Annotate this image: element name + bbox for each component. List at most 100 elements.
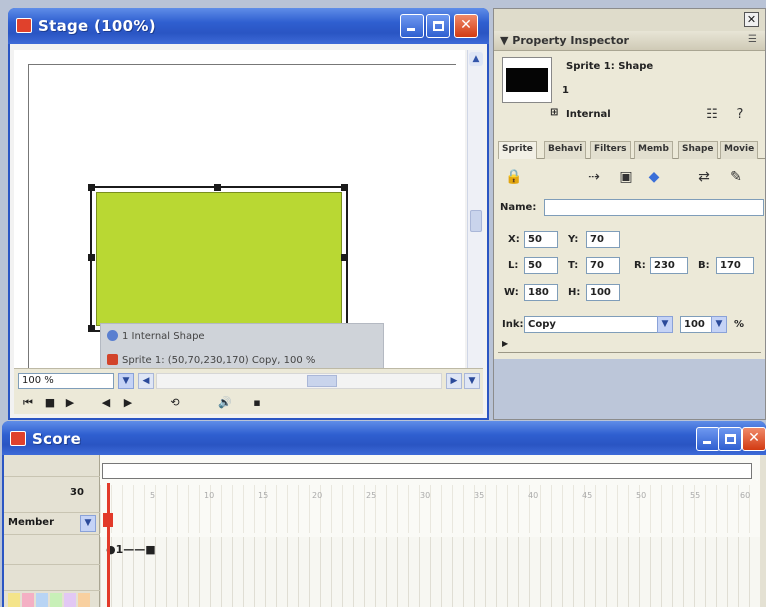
stage-canvas[interactable]: 1 Internal Shape Sprite 1: (50,70,230,17… xyxy=(14,50,465,401)
pi-close-bar: ✕ xyxy=(494,9,765,31)
flip-icon[interactable]: ⇄ xyxy=(694,169,714,187)
score-maximize-button[interactable] xyxy=(718,427,742,451)
close-icon: ✕ xyxy=(748,430,760,446)
l-field[interactable]: 50 xyxy=(524,257,558,274)
percent-label: % xyxy=(734,319,745,330)
tab-behavior[interactable]: Behavi xyxy=(544,141,587,159)
b-label: B: xyxy=(698,260,710,271)
help-icon[interactable]: ? xyxy=(732,107,748,123)
expand-arrow-icon[interactable]: ▶ xyxy=(502,339,508,348)
sprite-bounding-box[interactable] xyxy=(88,184,348,332)
member-icon xyxy=(107,330,118,341)
step-back-button[interactable]: ◀ xyxy=(98,394,114,412)
resize-handle-top-left[interactable] xyxy=(88,184,95,191)
close-icon[interactable]: ✕ xyxy=(744,12,759,27)
score-vertical-scrollbar[interactable] xyxy=(760,455,766,607)
channel-2-header[interactable] xyxy=(4,565,100,591)
sprite-channels[interactable]: ●1——■ xyxy=(100,537,760,607)
panel-menu-icon[interactable]: ☰ xyxy=(748,34,757,45)
color-swatch xyxy=(64,593,76,607)
rewind-button[interactable]: ⏮ xyxy=(20,394,36,412)
score-title-bar[interactable]: Score ✕ xyxy=(2,421,766,455)
tab-shape[interactable]: Shape xyxy=(678,141,718,159)
tempo-channel-header xyxy=(4,455,100,477)
tab-filters[interactable]: Filters xyxy=(590,141,631,159)
ink-dropdown-icon[interactable]: ▼ xyxy=(657,316,673,333)
step-forward-button[interactable]: ▶ xyxy=(120,394,136,412)
scroll-down-icon[interactable]: ▼ xyxy=(464,373,480,389)
frame-header: 30 xyxy=(4,477,100,513)
lock-icon[interactable]: 🔒 xyxy=(504,169,524,187)
h-field[interactable]: 100 xyxy=(586,284,620,301)
score-close-button[interactable]: ✕ xyxy=(742,427,766,451)
trails-icon[interactable]: ◆ xyxy=(644,169,664,187)
member-dropdown-icon[interactable]: ▼ xyxy=(80,515,96,532)
maximize-icon xyxy=(433,21,444,31)
t-label: T: xyxy=(568,260,579,271)
resize-handle-right[interactable] xyxy=(341,254,348,261)
camera-button[interactable]: ▪ xyxy=(246,394,268,412)
zoom-level-field[interactable]: 100 % xyxy=(18,373,114,389)
tempo-channel[interactable] xyxy=(102,463,752,479)
list-view-icon[interactable]: ☷ xyxy=(704,107,720,123)
tab-sprite[interactable]: Sprite xyxy=(498,141,537,159)
playhead[interactable] xyxy=(107,483,110,607)
stage-horizontal-scrollbar[interactable] xyxy=(156,373,442,389)
pi-toolbar: 🔒 ⇢ ▣ ◆ ⇄ ✎ xyxy=(498,165,765,191)
minimize-button[interactable] xyxy=(400,14,424,38)
w-label: W: xyxy=(504,287,519,298)
pi-divider xyxy=(498,352,761,353)
r-field[interactable]: 230 xyxy=(650,257,688,274)
close-button[interactable]: ✕ xyxy=(454,14,478,38)
stage-control-bar: 100 % ▼ ◀ ▶ ▼ ⏮ ■ ▶ ◀ ▶ ⟲ 🔊 ▪ xyxy=(14,368,483,414)
b-field[interactable]: 170 xyxy=(716,257,754,274)
play-button[interactable]: ▶ xyxy=(62,394,78,412)
scroll-thumb[interactable] xyxy=(470,210,482,232)
stage-title-bar[interactable]: Stage (100%) ✕ xyxy=(8,8,489,44)
blend-dropdown-icon[interactable]: ▼ xyxy=(711,316,727,333)
score-minimize-button[interactable] xyxy=(696,427,720,451)
tab-member[interactable]: Memb xyxy=(634,141,673,159)
hscroll-thumb[interactable] xyxy=(307,375,337,387)
volume-button[interactable]: 🔊 xyxy=(214,394,236,412)
channel-1-header[interactable] xyxy=(4,535,100,565)
overlay-member-text: 1 Internal Shape xyxy=(122,331,205,342)
pi-header[interactable]: ▼ Property Inspector ☰ xyxy=(494,31,765,51)
cast-lib-label: Internal xyxy=(566,109,611,120)
h-label: H: xyxy=(568,287,581,298)
director-app-icon xyxy=(16,18,32,33)
x-field[interactable]: 50 xyxy=(524,231,558,248)
resize-handle-top[interactable] xyxy=(214,184,221,191)
minimize-icon xyxy=(407,28,415,31)
stop-button[interactable]: ■ xyxy=(42,394,58,412)
editable-icon[interactable]: ▣ xyxy=(616,169,636,187)
resize-handle-left[interactable] xyxy=(88,254,95,261)
r-label: R: xyxy=(634,260,646,271)
resize-handle-top-right[interactable] xyxy=(341,184,348,191)
scroll-up-icon[interactable]: ▲ xyxy=(469,52,483,66)
t-field[interactable]: 70 xyxy=(586,257,620,274)
zoom-dropdown-icon[interactable]: ▼ xyxy=(118,373,134,389)
w-field[interactable]: 180 xyxy=(524,284,558,301)
name-field[interactable] xyxy=(544,199,764,216)
motion-icon[interactable]: ⇢ xyxy=(584,169,604,187)
sprite-name-label: Sprite 1: Shape xyxy=(566,61,654,72)
stage-vertical-scrollbar[interactable]: ▲ xyxy=(467,50,483,368)
maximize-button[interactable] xyxy=(426,14,450,38)
scroll-left-icon[interactable]: ◀ xyxy=(138,373,154,389)
overlay-member-row: 1 Internal Shape xyxy=(107,330,205,342)
ink-select[interactable]: Copy xyxy=(524,316,672,333)
playhead-handle[interactable] xyxy=(103,513,113,527)
sprite-shape[interactable] xyxy=(96,192,342,326)
edit-script-icon[interactable]: ✎ xyxy=(726,169,746,187)
frame-tick: 35 xyxy=(474,491,485,500)
scroll-right-icon[interactable]: ▶ xyxy=(446,373,462,389)
pi-tabs: Sprite Behavi Filters Memb Shape Movie xyxy=(498,139,765,159)
sprite-span[interactable]: ●1——■ xyxy=(106,543,156,556)
tab-movie[interactable]: Movie xyxy=(720,141,759,159)
loop-button[interactable]: ⟲ xyxy=(164,394,186,412)
y-field[interactable]: 70 xyxy=(586,231,620,248)
resize-handle-bottom-left[interactable] xyxy=(88,325,95,332)
score-grid[interactable]: 5 10 15 20 25 30 35 40 45 50 55 60 ●1——■ xyxy=(100,455,760,607)
score-title: Score xyxy=(32,430,82,448)
